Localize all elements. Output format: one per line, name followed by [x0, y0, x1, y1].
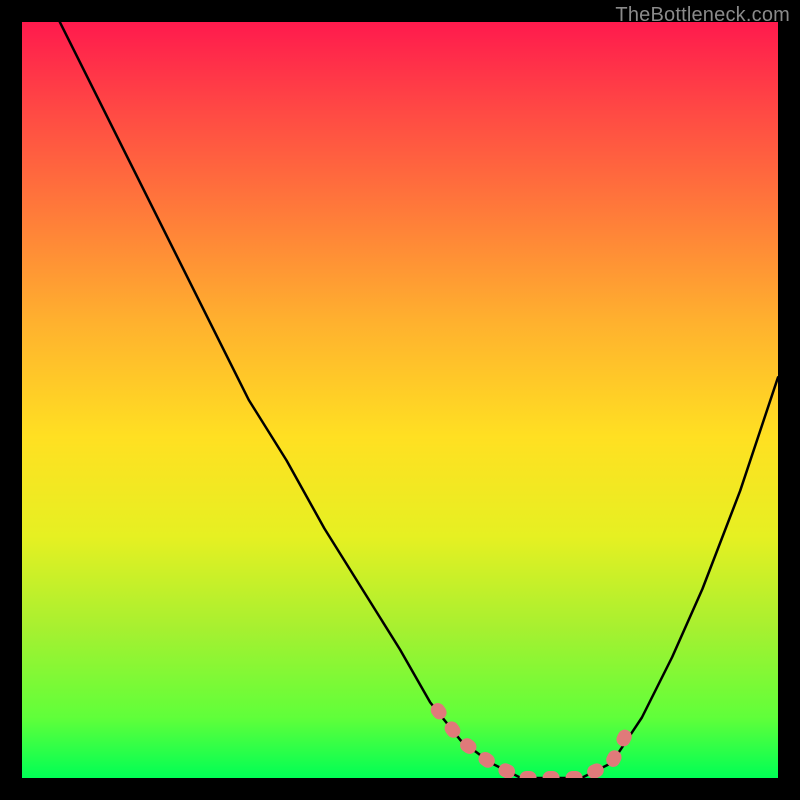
plot-area: [22, 22, 778, 778]
watermark-text: TheBottleneck.com: [615, 4, 790, 27]
chart-frame: TheBottleneck.com: [0, 0, 800, 800]
